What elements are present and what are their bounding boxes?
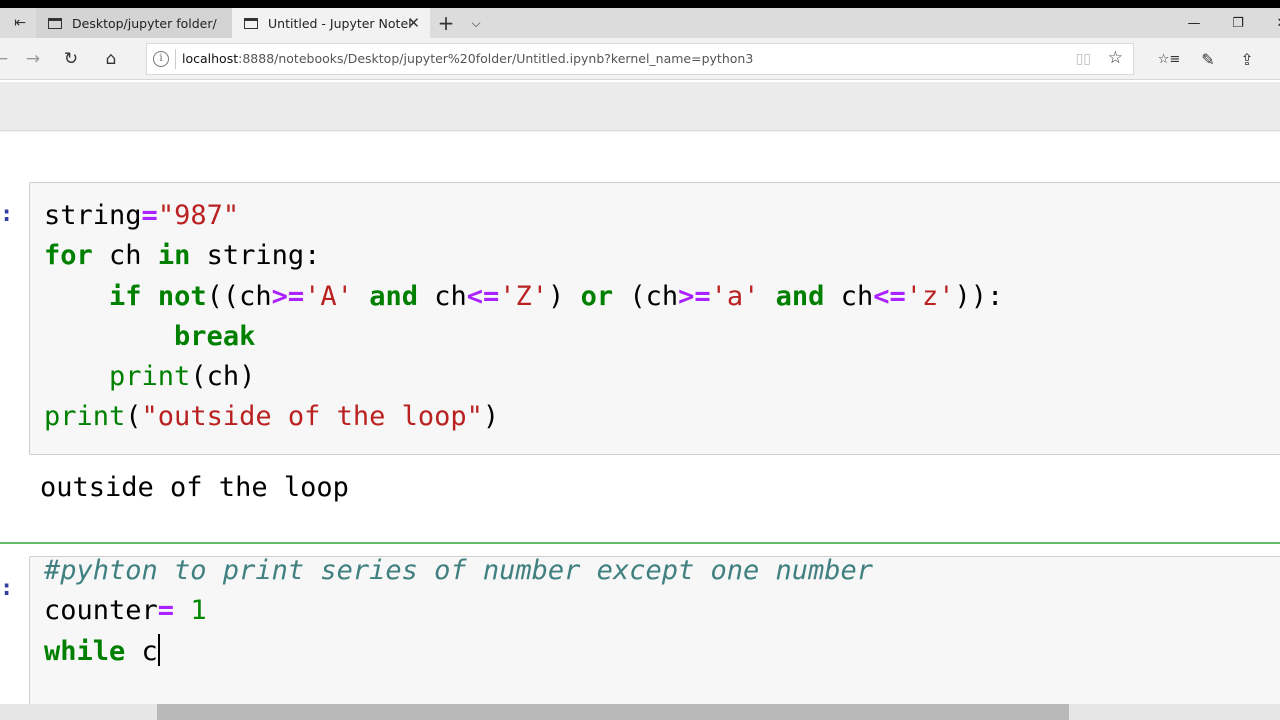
restore-button[interactable]: ❐	[1216, 8, 1260, 38]
code-line: print("outside of the loop")	[44, 397, 1003, 437]
close-tab-icon[interactable]: ✕	[407, 14, 420, 32]
url-path: :8888/notebooks/Desktop/jupyter%20folder…	[238, 51, 754, 66]
code-token: print	[109, 361, 191, 393]
code-token: ch	[92, 240, 158, 272]
window-top-strip	[0, 0, 1280, 8]
web-notes-pen-icon[interactable]: ✎	[1193, 46, 1223, 72]
tab-untitled-notebook[interactable]: Untitled - Jupyter Notel ✕	[232, 8, 430, 38]
cell-output: outside of the loop	[40, 472, 349, 503]
code-token: <=	[466, 280, 500, 312]
code-token: string:	[190, 240, 321, 272]
notebook-container: : string="987" for ch in string: if not((…	[0, 132, 1280, 716]
code-token: print	[44, 401, 126, 433]
code-cell-input[interactable]: string="987" for ch in string: if not((ch…	[29, 182, 1280, 455]
code-token: counter	[44, 595, 158, 627]
url-host: localhost	[182, 51, 239, 66]
reading-view-icon[interactable]: ▯▯	[1076, 51, 1091, 67]
forward-button[interactable]: →	[18, 46, 48, 72]
code-token: or	[580, 280, 614, 312]
page-icon	[48, 17, 62, 29]
code-token: string	[44, 200, 142, 231]
code-token: 'a'	[710, 280, 760, 312]
back-button[interactable]: ←	[0, 46, 16, 72]
code-line: while c	[44, 632, 873, 672]
code-token: while	[44, 635, 126, 667]
code-token: 1	[190, 595, 207, 627]
favorites-hub-icon[interactable]: ☆≡	[1154, 46, 1184, 72]
code-token: break	[174, 320, 256, 352]
code-line: counter= 1	[44, 591, 873, 631]
tab-desktop-folder[interactable]: Desktop/jupyter folder/	[36, 8, 232, 38]
code-token: "outside of the loop"	[141, 401, 483, 433]
code-token: (ch	[613, 280, 679, 312]
code-token: =	[141, 200, 158, 231]
code-line: string="987"	[44, 196, 1003, 236]
code-token: ((ch	[206, 280, 272, 312]
code-token: >=	[678, 280, 711, 312]
code-token: 'z'	[905, 280, 955, 312]
site-info-icon[interactable]: i	[153, 51, 169, 67]
code-token: and	[775, 280, 825, 312]
code-token: and	[369, 280, 418, 312]
tab-label: Untitled - Jupyter Notel	[268, 15, 412, 31]
url-text[interactable]: localhost:8888/notebooks/Desktop/jupyter…	[182, 51, 753, 66]
code-token: (	[125, 401, 142, 433]
code-token: )	[482, 401, 500, 433]
code-token: ch	[417, 280, 467, 312]
home-button[interactable]: ⌂	[96, 46, 126, 72]
navigation-bar: ← → ↻ ⌂ i localhost:8888/notebooks/Deskt…	[0, 38, 1280, 80]
code-token: <=	[873, 280, 906, 312]
horizontal-scrollbar[interactable]	[0, 704, 1280, 720]
refresh-button[interactable]: ↻	[56, 46, 86, 72]
code-token: =	[157, 595, 175, 627]
code-editor[interactable]: #pyhton to print series of number except…	[44, 551, 873, 672]
selected-cell-border	[0, 542, 1280, 544]
code-token: 'A'	[304, 280, 353, 312]
tab-label: Desktop/jupyter folder/	[72, 15, 217, 31]
tabs-aside-icon[interactable]: ⇤	[6, 8, 34, 38]
address-bar[interactable]: i localhost:8888/notebooks/Desktop/jupyt…	[146, 43, 1134, 75]
new-tab-button[interactable]: +	[432, 8, 460, 38]
code-token: (ch)	[190, 361, 256, 393]
code-token: ch	[824, 280, 874, 312]
page-icon	[244, 17, 258, 29]
code-token: c	[125, 635, 158, 667]
code-token: 'Z'	[499, 280, 549, 312]
code-line: for ch in string:	[44, 236, 1003, 276]
code-line: #pyhton to print series of number except…	[44, 551, 873, 591]
code-token: )	[548, 280, 581, 312]
code-token: not	[157, 280, 207, 312]
code-token: #pyhton to print series of number except…	[44, 555, 874, 586]
code-line: print(ch)	[44, 357, 1003, 397]
code-line: break	[44, 317, 1003, 357]
code-cell-input[interactable]: #pyhton to print series of number except…	[29, 555, 1280, 716]
tab-list-chevron-icon[interactable]: ⌵	[462, 8, 490, 38]
favorite-star-icon[interactable]: ☆	[1108, 48, 1123, 68]
code-token: for	[44, 240, 93, 272]
cell-prompt: :	[0, 576, 14, 601]
cell-prompt: :	[0, 202, 14, 227]
minimize-button[interactable]: —	[1172, 8, 1216, 38]
code-editor[interactable]: string="987" for ch in string: if not((ch…	[44, 196, 1003, 438]
code-token: >=	[271, 280, 305, 312]
code-token: )):	[954, 280, 1004, 312]
text-cursor	[157, 633, 160, 666]
window-close-button[interactable]: ✕	[1260, 8, 1280, 38]
code-token: if	[109, 280, 142, 312]
address-separator	[175, 49, 176, 69]
code-token: "987"	[157, 200, 240, 231]
code-line: if not((ch>='A' and ch<='Z') or (ch>='a'…	[44, 277, 1003, 317]
tab-bar: ⇤ Desktop/jupyter folder/ Untitled - Jup…	[0, 8, 1280, 38]
share-icon[interactable]: ⇪	[1232, 46, 1262, 72]
jupyter-toolbar-area	[0, 82, 1280, 131]
scrollbar-thumb[interactable]	[157, 704, 1069, 720]
code-token: in	[157, 240, 191, 272]
